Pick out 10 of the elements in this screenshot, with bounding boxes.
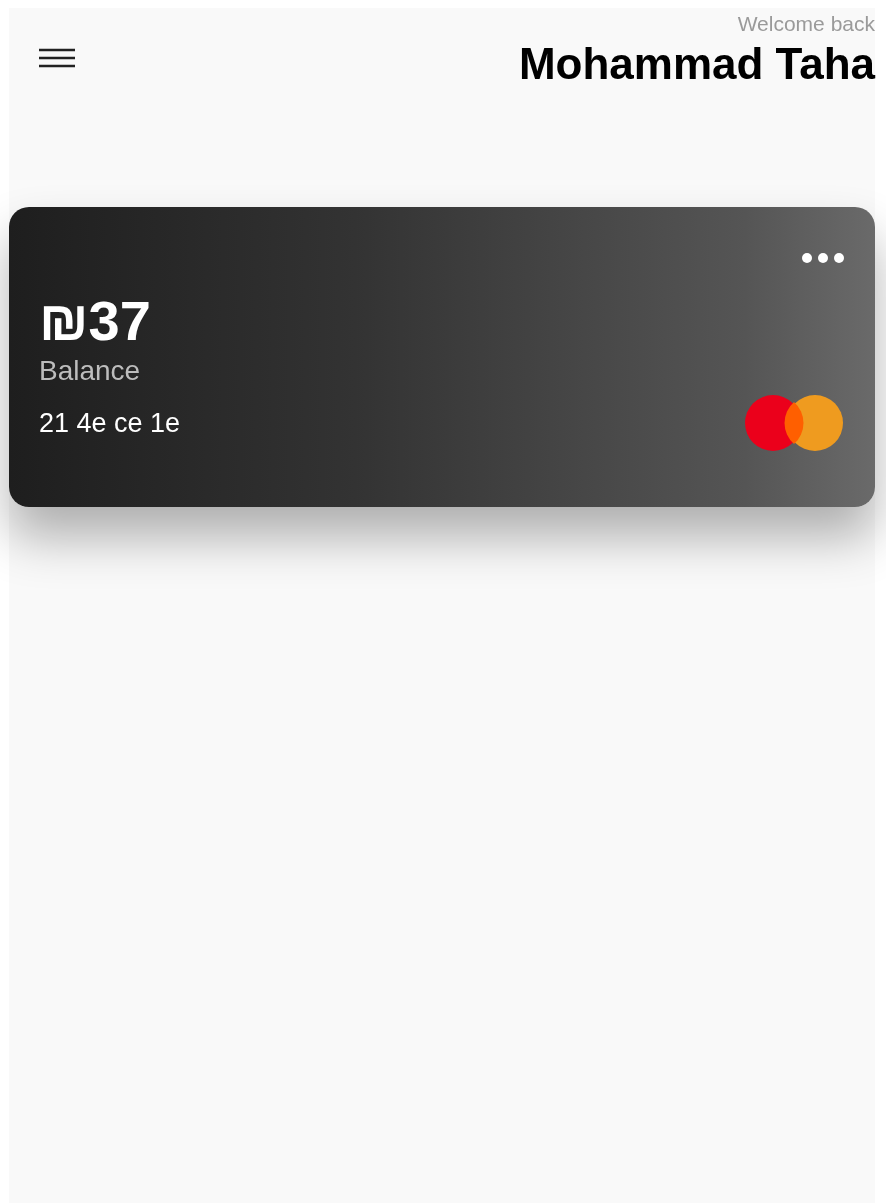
balance-card[interactable]: ₪37 Balance 21 4e ce 1e (9, 207, 875, 507)
greeting-text: Welcome back (737, 11, 875, 37)
menu-icon (38, 47, 76, 69)
balance-label: Balance (39, 354, 142, 388)
balance-amount: ₪37 (39, 289, 152, 353)
card-number: 21 4e ce 1e (39, 407, 181, 440)
user-name: Mohammad Taha (518, 39, 875, 89)
more-icon (802, 253, 844, 263)
menu-button[interactable] (37, 46, 77, 70)
card-logo-icon (745, 395, 845, 451)
